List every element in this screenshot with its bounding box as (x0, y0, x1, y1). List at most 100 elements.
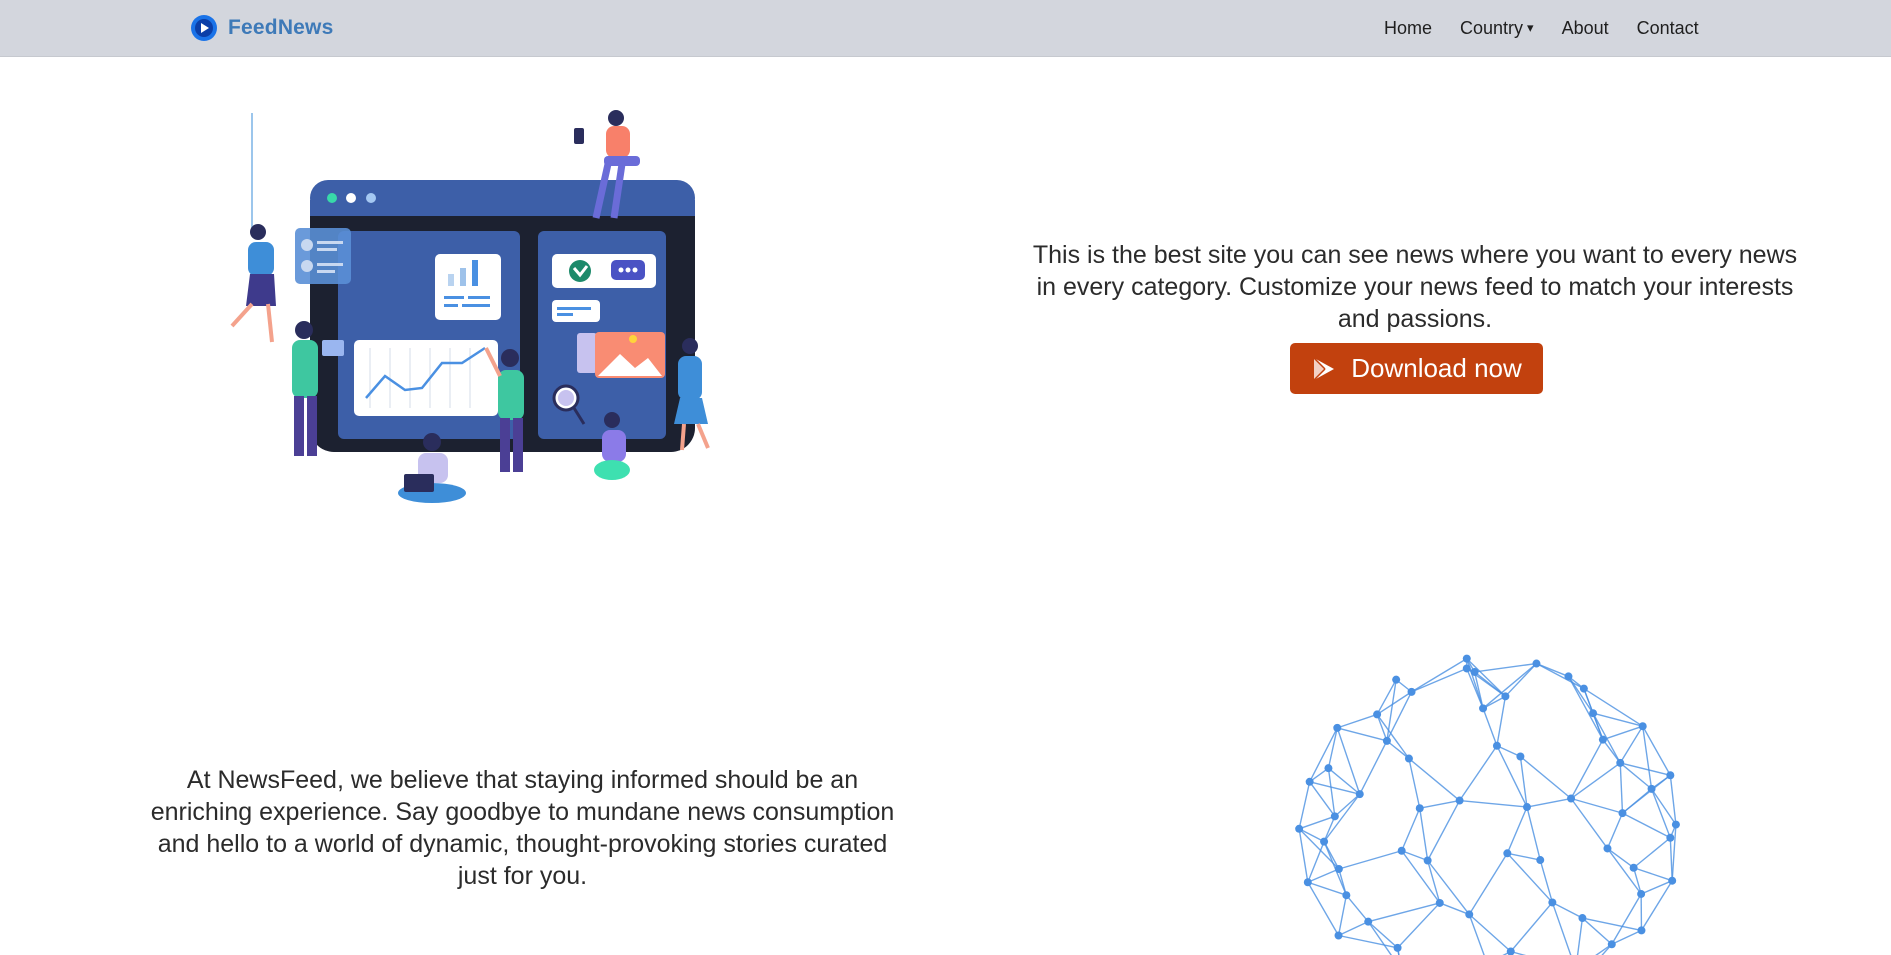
globe-node (1629, 863, 1638, 872)
globe-node (1564, 672, 1573, 681)
globe-node (1503, 849, 1512, 858)
hero-description: This is the best site you can see news w… (1032, 241, 1798, 333)
globe-edge (1606, 848, 1642, 895)
globe-edge (1338, 934, 1398, 949)
globe-edge (1633, 867, 1673, 882)
globe-edge (1426, 860, 1441, 904)
globe-edge (1298, 815, 1336, 830)
globe-edge (1642, 726, 1653, 789)
globe-edge (1338, 868, 1348, 896)
globe-node (1342, 891, 1351, 900)
globe-edge (1459, 745, 1498, 801)
globe-edge (1337, 727, 1388, 742)
globe-edge (1576, 917, 1584, 955)
globe-node (1355, 790, 1364, 799)
globe-node (1305, 777, 1314, 786)
globe-edge (1419, 808, 1429, 861)
globe-node (1324, 764, 1333, 773)
globe-edge (1427, 800, 1461, 861)
globe-edge (1298, 781, 1311, 829)
about-description: At NewsFeed, we believe that staying inf… (150, 766, 895, 890)
globe-node (1334, 931, 1343, 940)
globe-node (1578, 914, 1587, 923)
globe-edge (1602, 725, 1643, 741)
globe-edge (1506, 806, 1528, 854)
globe-node (1462, 664, 1471, 673)
globe-edge (1338, 921, 1369, 937)
team-dashboard-illustration (230, 110, 710, 503)
globe-edge (1338, 850, 1402, 870)
globe-node (1470, 667, 1479, 676)
globe-edge (1633, 837, 1671, 869)
globe-node (1516, 752, 1525, 761)
globe-edge (1551, 902, 1572, 955)
globe-edge (1337, 895, 1348, 936)
globe-node (1647, 784, 1656, 793)
brand-link[interactable]: FeedNews (190, 14, 333, 42)
globe-edge (1411, 667, 1468, 693)
globe-edge (1397, 902, 1441, 949)
globe-node (1579, 684, 1588, 693)
globe-node (1334, 864, 1343, 873)
nav-country-label: Country (1460, 17, 1524, 38)
chevron-down-icon: ▾ (1527, 20, 1534, 35)
globe-edge (1592, 712, 1643, 727)
globe-node (1330, 812, 1339, 821)
globe-edge (1334, 793, 1361, 817)
brand-name: FeedNews (228, 16, 334, 39)
globe-node (1393, 943, 1402, 952)
globe-edge (1669, 837, 1673, 881)
globe-node (1397, 846, 1406, 855)
globe-edge (1468, 852, 1508, 915)
globe-edge (1606, 812, 1624, 849)
globe-edge (1468, 914, 1485, 955)
nav-country-dropdown[interactable]: Country ▾ (1446, 18, 1548, 39)
globe-node (1567, 794, 1576, 803)
nav-links: Home Country ▾ About Contact (1370, 0, 1713, 56)
globe-edge (1570, 762, 1621, 800)
globe-node (1671, 820, 1680, 829)
globe-edge (1307, 881, 1340, 936)
globe-node (1333, 723, 1342, 732)
globe-node (1303, 878, 1312, 887)
globe-node (1455, 796, 1464, 805)
globe-edge (1526, 806, 1541, 861)
globe-node (1637, 926, 1646, 935)
globe-edge (1482, 708, 1498, 746)
nav-about[interactable]: About (1548, 18, 1623, 39)
globe-edge (1337, 713, 1378, 729)
globe-edge (1536, 662, 1585, 690)
globe-node (1589, 709, 1598, 718)
play-circle-icon (191, 15, 217, 41)
globe-edge (1401, 807, 1421, 852)
globe-edge (1510, 902, 1553, 952)
globe-node (1668, 876, 1677, 885)
globe-node (1492, 741, 1501, 750)
globe-node (1404, 754, 1413, 763)
globe-node (1320, 837, 1329, 846)
globe-edge (1368, 902, 1440, 923)
globe-node (1536, 856, 1545, 865)
globe-edge (1622, 812, 1671, 839)
download-button[interactable]: Download now (1290, 343, 1543, 394)
globe-node (1532, 659, 1541, 668)
google-play-icon (1313, 356, 1335, 381)
globe-edge (1607, 847, 1635, 869)
globe-edge (1622, 788, 1653, 814)
globe-edge (1510, 950, 1527, 955)
globe-edge (1359, 740, 1388, 795)
globe-edge (1570, 797, 1623, 814)
globe-edge (1601, 943, 1613, 955)
globe-node (1603, 844, 1612, 853)
globe-node (1364, 917, 1373, 926)
nav-contact[interactable]: Contact (1623, 18, 1713, 39)
globe-node (1462, 654, 1471, 663)
globe-node (1616, 758, 1625, 767)
globe-edge (1570, 798, 1609, 849)
globe-node (1637, 889, 1646, 898)
globe-edge (1496, 696, 1507, 746)
globe-node (1607, 940, 1616, 949)
globe-edge (1504, 663, 1537, 697)
globe-edge (1592, 712, 1621, 764)
nav-home[interactable]: Home (1370, 18, 1446, 39)
